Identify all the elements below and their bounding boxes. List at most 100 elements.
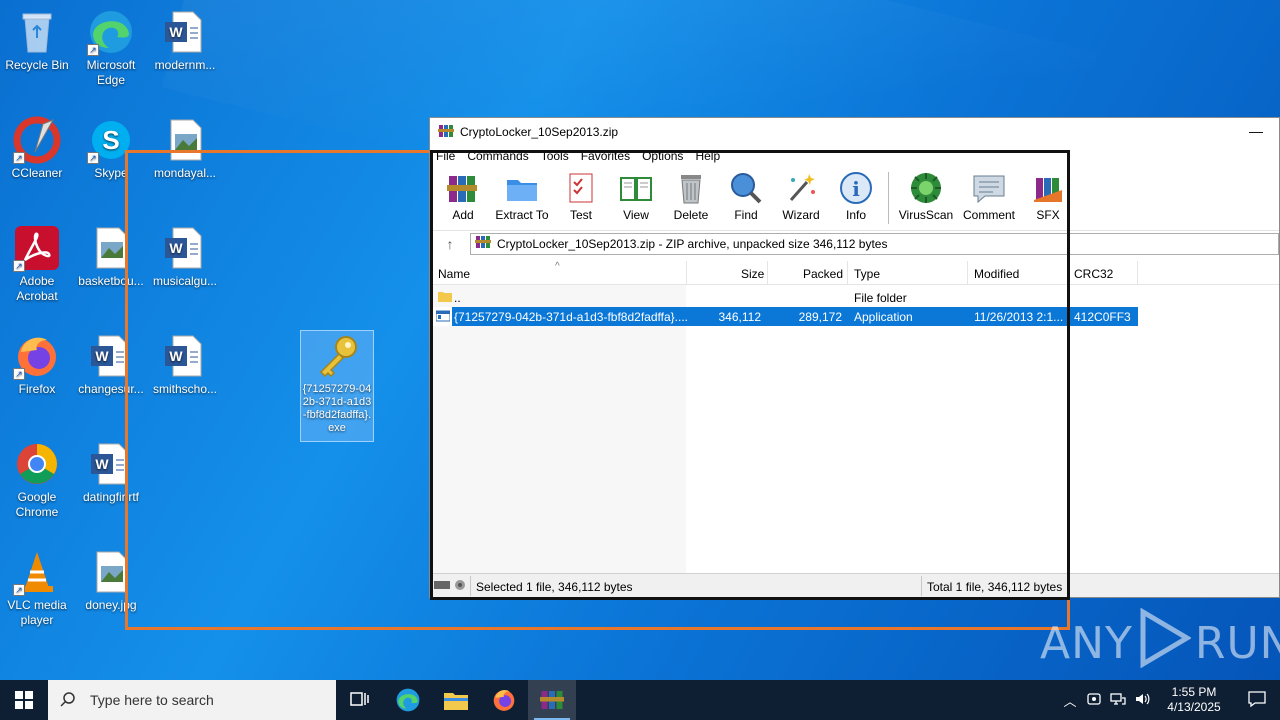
name-column-shade: [430, 285, 686, 573]
winrar-icon: [540, 691, 564, 709]
trash-icon: [673, 170, 709, 206]
taskbar-file-explorer[interactable]: [432, 680, 480, 720]
toolbar-find-button[interactable]: Find: [719, 168, 773, 222]
archive-path-field[interactable]: CryptoLocker_10Sep2013.zip - ZIP archive…: [470, 232, 1279, 255]
status-bar: Selected 1 file, 346,112 bytes Total 1 f…: [430, 573, 1279, 597]
column-type[interactable]: Type: [854, 267, 880, 281]
toolbar-test-button[interactable]: Test: [554, 168, 608, 222]
desktop-icon-ccleaner[interactable]: ↗ CCleaner: [0, 116, 74, 181]
desktop-icon-label: Google Chrome: [15, 490, 59, 519]
taskbar-search-box[interactable]: Type here to search: [48, 680, 336, 720]
shortcut-arrow-icon: ↗: [13, 152, 25, 164]
desktop-icon-edge[interactable]: ↗ Microsoft Edge: [74, 8, 148, 88]
toolbar-label: Add: [452, 208, 474, 222]
toolbar-comment-button[interactable]: Comment: [958, 168, 1020, 222]
ccleaner-icon: ↗: [13, 116, 61, 164]
list-row-selected[interactable]: {71257279-042b-371d-a1d3-fbf8d2fadffa}..…: [430, 307, 1279, 326]
watermark-text-right: RUN: [1194, 618, 1280, 669]
archive-icon: [475, 234, 491, 253]
desktop-icon-recycle-bin[interactable]: Recycle Bin: [0, 8, 74, 73]
folder-icon: [438, 289, 452, 306]
toolbar-label: Delete: [673, 208, 709, 222]
menu-options[interactable]: Options: [642, 149, 683, 163]
firefox-icon: ↗: [13, 332, 61, 380]
clock-time: 1:55 PM: [1171, 685, 1217, 699]
desktop-icon-vlc[interactable]: ↗ VLC media player: [0, 548, 74, 628]
toolbar-sfx-button[interactable]: SFX: [1021, 168, 1075, 222]
taskbar-edge[interactable]: [384, 680, 432, 720]
column-size[interactable]: Size: [741, 267, 764, 281]
notification-icon: [1248, 690, 1266, 707]
volume-icon[interactable]: [1130, 691, 1154, 710]
test-checklist-icon: [563, 170, 599, 206]
desktop-icon-label: Adobe Acrobat: [16, 274, 58, 303]
desktop-icon-acrobat[interactable]: ↗ Adobe Acrobat: [0, 224, 74, 304]
extract-folder-icon: [504, 170, 540, 206]
task-view-button[interactable]: [336, 680, 384, 720]
status-total: Total 1 file, 346,112 bytes: [927, 580, 1063, 594]
menu-commands[interactable]: Commands: [467, 149, 528, 163]
meet-now-icon[interactable]: [1082, 691, 1106, 710]
minimize-button[interactable]: —: [1233, 118, 1279, 146]
up-arrow-icon[interactable]: ↑: [430, 236, 470, 252]
play-triangle-icon: [1137, 607, 1192, 679]
row-packed: 289,172: [798, 310, 842, 324]
column-modified[interactable]: Modified: [974, 267, 1019, 281]
recycle-bin-icon: [13, 8, 61, 56]
status-selected: Selected 1 file, 346,112 bytes: [476, 580, 633, 594]
clock[interactable]: 1:55 PM 4/13/2025: [1154, 685, 1234, 715]
chevron-up-icon[interactable]: ︿: [1058, 691, 1082, 710]
menu-help[interactable]: Help: [695, 149, 720, 163]
desktop-icon-chrome[interactable]: Google Chrome: [0, 440, 74, 520]
toolbar-view-button[interactable]: View: [609, 168, 663, 222]
toolbar-info-button[interactable]: i Info: [829, 168, 883, 222]
toolbar-delete-button[interactable]: Delete: [664, 168, 718, 222]
column-crc32[interactable]: CRC32: [1074, 267, 1113, 281]
toolbar-add-button[interactable]: Add: [436, 168, 490, 222]
adobe-acrobat-icon: ↗: [13, 224, 61, 272]
edge-icon: ↗: [87, 8, 135, 56]
network-icon[interactable]: [1106, 691, 1130, 710]
taskbar-firefox[interactable]: [480, 680, 528, 720]
desktop-icon-label: Microsoft Edge: [86, 58, 136, 87]
svg-text:W: W: [95, 348, 109, 364]
taskbar-winrar[interactable]: [528, 680, 576, 720]
menu-tools[interactable]: Tools: [541, 149, 569, 163]
list-header: Name ^ Size Packed Type Modified CRC32: [430, 261, 1279, 285]
row-type: File folder: [854, 291, 907, 305]
desktop-icon-firefox[interactable]: ↗ Firefox: [0, 332, 74, 397]
start-button[interactable]: [0, 680, 48, 720]
list-row-parent[interactable]: .. File folder: [430, 288, 1279, 307]
toolbar-virusscan-button[interactable]: VirusScan: [895, 168, 957, 222]
magic-wand-icon: [783, 170, 819, 206]
edge-icon: [396, 688, 420, 712]
toolbar-extract-button[interactable]: Extract To: [491, 168, 553, 222]
winrar-app-icon: [438, 123, 454, 142]
menu-favorites[interactable]: Favorites: [581, 149, 630, 163]
desktop-icon-label: Firefox: [18, 382, 56, 396]
folder-icon: [444, 693, 468, 710]
title-bar[interactable]: CryptoLocker_10Sep2013.zip —: [430, 118, 1279, 146]
row-type: Application: [854, 310, 913, 324]
add-archive-icon: [445, 170, 481, 206]
toolbar-wizard-button[interactable]: Wizard: [774, 168, 828, 222]
winrar-window[interactable]: CryptoLocker_10Sep2013.zip — File Comman…: [429, 117, 1280, 598]
desktop-icon-doc-modernm[interactable]: W modernm...: [148, 8, 222, 73]
shortcut-arrow-icon: ↗: [87, 44, 99, 56]
column-packed[interactable]: Packed: [803, 267, 843, 281]
menu-file[interactable]: File: [436, 149, 455, 163]
task-view-icon: [350, 692, 369, 706]
toolbar-label: Wizard: [782, 208, 820, 222]
row-size: 346,112: [718, 310, 762, 324]
toolbar-label: SFX: [1036, 208, 1060, 222]
toolbar-label: View: [623, 208, 649, 222]
view-book-icon: [618, 170, 654, 206]
sort-arrow-icon: ^: [555, 261, 560, 272]
clock-date: 4/13/2025: [1167, 700, 1221, 714]
column-name[interactable]: Name: [438, 267, 470, 281]
file-list: Name ^ Size Packed Type Modified CRC32 .…: [430, 261, 1279, 573]
notifications-button[interactable]: [1234, 690, 1280, 710]
windows-logo-icon: [15, 691, 33, 709]
window-title: CryptoLocker_10Sep2013.zip: [460, 125, 619, 139]
vlc-cone-icon: ↗: [13, 548, 61, 596]
